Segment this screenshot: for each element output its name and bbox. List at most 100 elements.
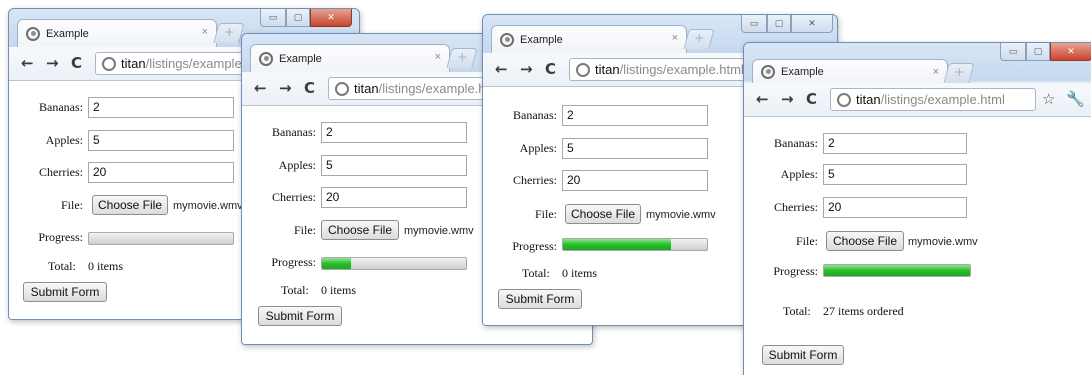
progress-bar	[823, 264, 971, 277]
apples-label: Apples:	[278, 158, 316, 172]
apples-input[interactable]: 5	[321, 155, 467, 176]
browser-tab[interactable]: Example ×	[250, 44, 450, 72]
browser-tab[interactable]: Example ×	[752, 59, 948, 83]
maximize-icon[interactable]: ▢	[286, 9, 310, 27]
bananas-input[interactable]: 2	[562, 105, 708, 126]
progress-fill	[824, 265, 970, 276]
cherries-input[interactable]: 20	[321, 187, 467, 208]
submit-form-button[interactable]: Submit Form	[762, 345, 844, 365]
url-host: titan	[595, 62, 620, 77]
forward-arrow-icon[interactable]: →	[520, 60, 533, 78]
tab-title: Example	[46, 27, 89, 40]
reload-icon[interactable]: C	[806, 90, 817, 108]
total-label: Total:	[281, 283, 309, 297]
total-label: Total:	[783, 304, 811, 318]
tab-title: Example	[279, 52, 322, 65]
total-value: 0 items	[88, 259, 123, 273]
window-close-icon[interactable]: ✕	[310, 9, 352, 27]
file-label: File:	[795, 234, 818, 248]
window-controls: ▭ ▢ ✕	[741, 15, 833, 33]
address-bar[interactable]: titan/listings/example.html	[830, 88, 1036, 111]
cherries-label: Cherries:	[513, 173, 557, 187]
submit-form-button[interactable]: Submit Form	[258, 306, 342, 326]
title-bar[interactable]: Example × ▭ ▢ ✕	[744, 43, 1091, 83]
minimize-icon[interactable]: ▭	[741, 15, 767, 33]
cherries-input[interactable]: 20	[88, 162, 234, 183]
choose-file-button[interactable]: Choose File	[321, 220, 399, 240]
url-host: titan	[121, 56, 146, 71]
forward-arrow-icon[interactable]: →	[279, 79, 292, 97]
tab-close-icon[interactable]: ×	[202, 26, 208, 38]
progress-fill	[563, 239, 671, 250]
apples-label: Apples:	[780, 167, 818, 181]
tab-favicon-icon	[500, 32, 514, 47]
back-arrow-icon[interactable]: ←	[756, 90, 769, 108]
progress-bar	[562, 238, 708, 251]
new-tab-icon[interactable]	[213, 23, 245, 43]
cherries-input[interactable]: 20	[823, 197, 967, 218]
apples-input[interactable]: 5	[562, 138, 708, 159]
bookmark-star-icon[interactable]: ☆	[1042, 90, 1055, 108]
bananas-input[interactable]: 2	[823, 133, 967, 154]
tab-favicon-icon	[761, 64, 775, 79]
url-host: titan	[856, 92, 881, 107]
file-label: File:	[60, 198, 83, 212]
bananas-label: Bananas:	[272, 125, 316, 139]
window-close-icon[interactable]: ✕	[1050, 43, 1091, 61]
choose-file-button[interactable]: Choose File	[826, 231, 904, 251]
page-globe-icon	[837, 92, 851, 107]
choose-file-button[interactable]: Choose File	[565, 204, 641, 224]
total-value: 0 items	[321, 283, 356, 297]
total-label: Total:	[48, 259, 76, 273]
apples-label: Apples:	[519, 141, 557, 155]
window-close-icon[interactable]: ✕	[791, 15, 833, 33]
maximize-icon[interactable]: ▢	[767, 15, 791, 33]
submit-form-button[interactable]: Submit Form	[498, 289, 582, 309]
new-tab-icon[interactable]	[446, 48, 478, 68]
browser-tab[interactable]: Example ×	[491, 25, 687, 53]
apples-label: Apples:	[45, 133, 83, 147]
file-name: mymovie.wmv	[173, 200, 243, 212]
file-label: File:	[534, 207, 557, 221]
file-name: mymovie.wmv	[646, 209, 716, 221]
forward-arrow-icon[interactable]: →	[781, 90, 794, 108]
bananas-label: Bananas:	[774, 136, 818, 150]
browser-tab[interactable]: Example ×	[17, 19, 217, 47]
new-tab-icon[interactable]	[943, 63, 975, 83]
wrench-menu-icon[interactable]: 🔧	[1066, 90, 1085, 108]
choose-file-button[interactable]: Choose File	[92, 195, 168, 215]
browser-toolbar: ← → C titan/listings/example.html ☆ 🔧	[744, 83, 1091, 117]
page-globe-icon	[576, 62, 590, 77]
bananas-input[interactable]: 2	[321, 122, 467, 143]
bananas-input[interactable]: 2	[88, 97, 234, 118]
minimize-icon[interactable]: ▭	[1000, 43, 1026, 61]
progress-bar	[88, 232, 234, 245]
back-arrow-icon[interactable]: ←	[21, 54, 34, 72]
apples-input[interactable]: 5	[823, 164, 967, 185]
cherries-input[interactable]: 20	[562, 170, 708, 191]
reload-icon[interactable]: C	[71, 54, 82, 72]
tab-close-icon[interactable]: ×	[435, 51, 441, 63]
tab-favicon-icon	[26, 26, 40, 41]
cherries-label: Cherries:	[272, 190, 316, 204]
minimize-icon[interactable]: ▭	[260, 9, 286, 27]
total-value: 27 items ordered	[823, 304, 904, 318]
url-path: /listings/example.html	[880, 92, 1005, 107]
apples-input[interactable]: 5	[88, 130, 234, 151]
back-arrow-icon[interactable]: ←	[495, 60, 508, 78]
tab-close-icon[interactable]: ×	[672, 32, 678, 44]
url-host: titan	[354, 81, 379, 96]
page-content: Bananas: 2 Apples: 5 Cherries: 20 File: …	[744, 117, 1091, 375]
maximize-icon[interactable]: ▢	[1026, 43, 1050, 61]
reload-icon[interactable]: C	[304, 79, 315, 97]
window-controls: ▭ ▢ ✕	[1000, 43, 1091, 61]
tab-close-icon[interactable]: ×	[933, 66, 939, 78]
progress-label: Progress:	[773, 264, 818, 278]
submit-form-button[interactable]: Submit Form	[23, 282, 107, 302]
progress-label: Progress:	[512, 239, 557, 253]
back-arrow-icon[interactable]: ←	[254, 79, 267, 97]
progress-label: Progress:	[38, 230, 83, 244]
forward-arrow-icon[interactable]: →	[46, 54, 59, 72]
reload-icon[interactable]: C	[545, 60, 556, 78]
new-tab-icon[interactable]	[683, 29, 715, 49]
